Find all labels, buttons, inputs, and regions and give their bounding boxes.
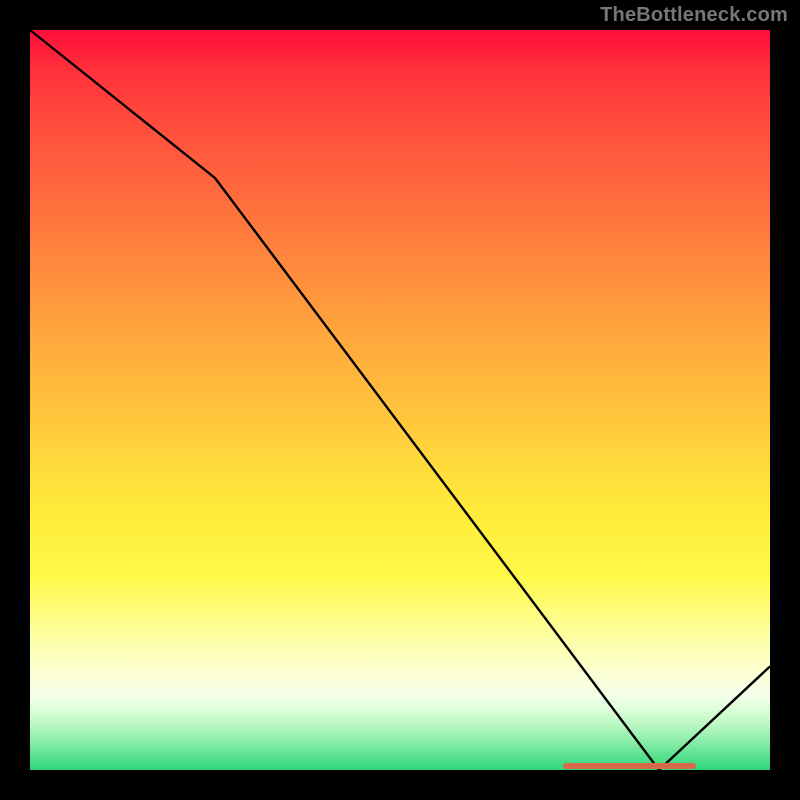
optimal-range-marker — [563, 763, 696, 769]
watermark-text: TheBottleneck.com — [600, 4, 788, 27]
line-layer — [30, 30, 770, 770]
bottleneck-curve-path — [30, 30, 770, 770]
chart-frame: TheBottleneck.com — [0, 0, 800, 800]
plot-area-border — [30, 30, 770, 770]
